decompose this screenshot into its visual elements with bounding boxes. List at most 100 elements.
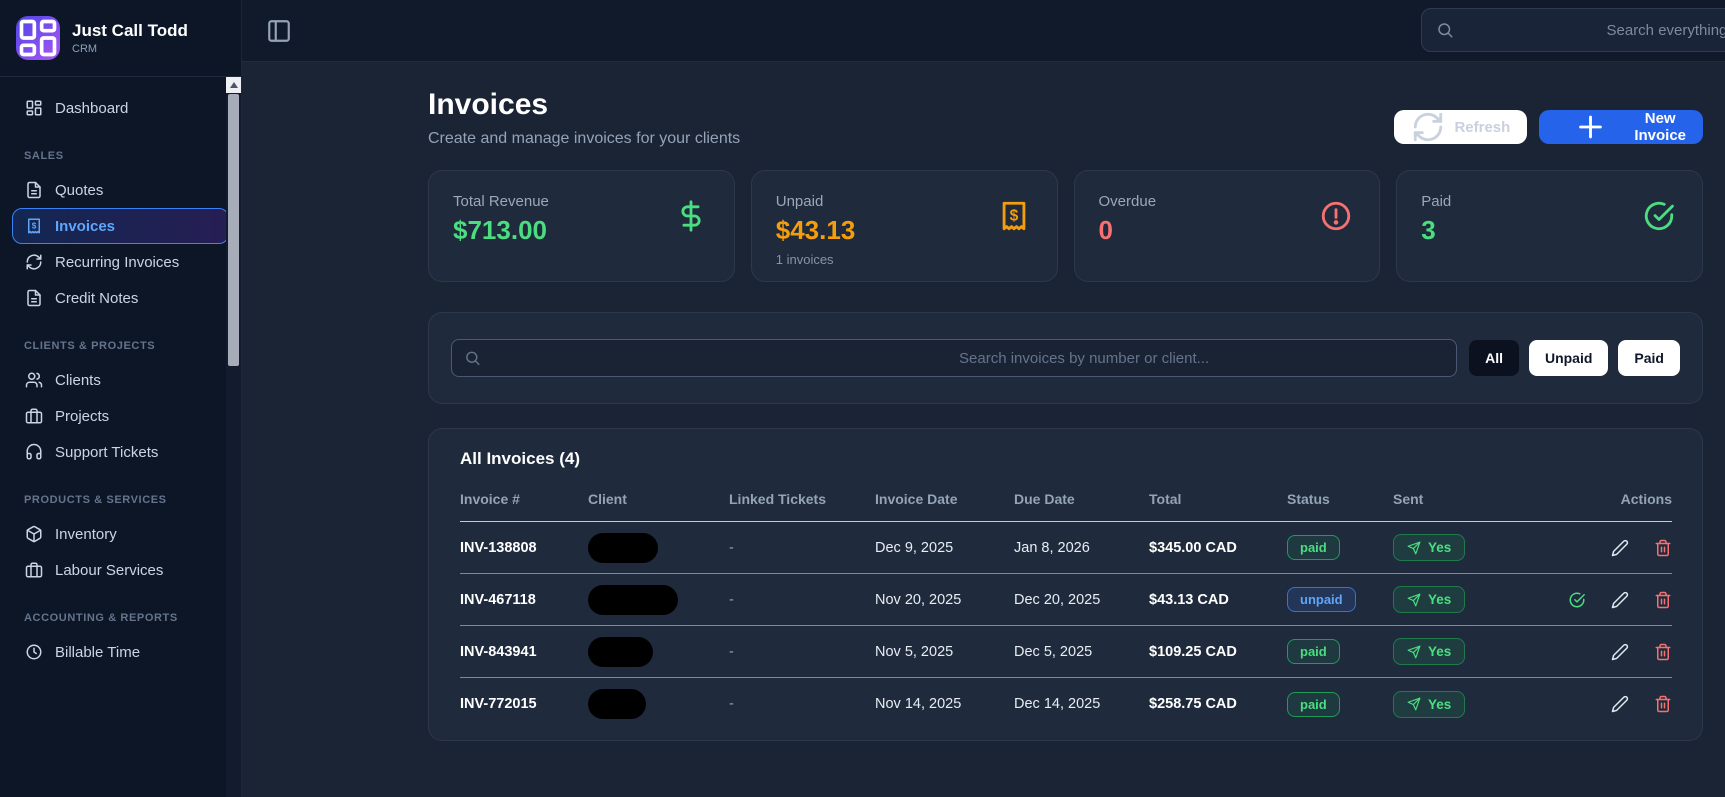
sidebar-item-label: Projects bbox=[55, 407, 110, 425]
svg-text:$: $ bbox=[32, 221, 37, 230]
delete-invoice-button[interactable] bbox=[1654, 695, 1672, 713]
due-date-cell: Jan 8, 2026 bbox=[1014, 539, 1090, 556]
invoice-search-input[interactable] bbox=[959, 349, 1445, 367]
sidebar: Just Call Todd CRM Dashboard SALES Quotes $… bbox=[0, 0, 242, 797]
actions-cell bbox=[1543, 539, 1672, 557]
sidebar-item-credit-notes[interactable]: Credit Notes bbox=[12, 280, 229, 316]
sidebar-item-recurring-invoices[interactable]: Recurring Invoices bbox=[12, 244, 229, 280]
send-icon bbox=[1407, 697, 1421, 711]
actions-cell bbox=[1543, 591, 1672, 609]
filter-buttons: All Unpaid Paid bbox=[1469, 340, 1680, 376]
status-cell: paid bbox=[1287, 639, 1393, 664]
page-subtitle: Create and manage invoices for your clie… bbox=[428, 130, 741, 147]
column-header-client: Client bbox=[588, 491, 627, 507]
stat-label: Overdue bbox=[1098, 193, 1157, 210]
stat-value: 3 bbox=[1421, 215, 1436, 245]
brand-subtitle: CRM bbox=[72, 43, 98, 55]
table-row: INV-843941 - Nov 5, 2025 Dec 5, 2025 $109.25… bbox=[460, 626, 1672, 678]
plus-icon bbox=[1556, 110, 1625, 144]
sidebar-item-invoices[interactable]: $ Invoices bbox=[12, 208, 229, 244]
sidebar-header: Just Call Todd CRM bbox=[0, 0, 241, 77]
sidebar-item-labour-services[interactable]: Labour Services bbox=[12, 552, 229, 588]
redacted-client-name bbox=[588, 689, 646, 719]
sidebar-item-projects[interactable]: Projects bbox=[12, 398, 229, 434]
edit-invoice-button[interactable] bbox=[1611, 643, 1629, 661]
pencil-icon bbox=[1611, 539, 1629, 557]
filter-button-unpaid[interactable]: Unpaid bbox=[1528, 340, 1609, 376]
stat-label: Total Revenue bbox=[453, 193, 549, 210]
scrollbar-thumb[interactable] bbox=[228, 94, 239, 366]
linked-tickets-cell: - bbox=[729, 696, 734, 712]
stat-subtext: 1 invoices bbox=[775, 252, 834, 267]
sidebar-item-dashboard[interactable]: Dashboard bbox=[12, 90, 229, 126]
sidebar-item-label: Clients bbox=[55, 371, 101, 389]
stat-card-unpaid: Unpaid $43.13 1 invoices $ bbox=[750, 170, 1058, 282]
edit-invoice-button[interactable] bbox=[1611, 695, 1629, 713]
new-invoice-button-label: New Invoice bbox=[1634, 110, 1686, 144]
users-icon bbox=[25, 371, 43, 389]
filter-button-paid[interactable]: Paid bbox=[1618, 340, 1680, 376]
new-invoice-button[interactable]: New Invoice bbox=[1539, 110, 1703, 144]
refresh-button[interactable]: Refresh bbox=[1394, 110, 1528, 144]
sent-cell: Yes bbox=[1393, 690, 1543, 718]
stat-card-paid: Paid 3 bbox=[1396, 170, 1703, 282]
refresh-button-label: Refresh bbox=[1454, 118, 1511, 136]
global-search-input[interactable] bbox=[1606, 21, 1725, 39]
check-circle-icon bbox=[1642, 199, 1676, 233]
client-cell bbox=[588, 689, 729, 719]
redacted-client-name bbox=[588, 636, 653, 667]
invoices-table-card: All Invoices (4) Invoice # Client Linked T… bbox=[428, 428, 1703, 741]
delete-invoice-button[interactable] bbox=[1654, 643, 1672, 661]
stat-value: $43.13 bbox=[775, 215, 856, 245]
column-header-status: Status bbox=[1287, 491, 1330, 507]
sidebar-item-clients[interactable]: Clients bbox=[12, 362, 229, 398]
global-search bbox=[1421, 8, 1725, 52]
edit-invoice-button[interactable] bbox=[1611, 539, 1629, 557]
client-cell bbox=[588, 532, 729, 563]
filter-button-all[interactable]: All bbox=[1469, 340, 1519, 376]
total-cell: $258.75 CAD bbox=[1149, 696, 1237, 712]
sidebar-toggle-button[interactable] bbox=[266, 18, 292, 44]
delete-invoice-button[interactable] bbox=[1654, 591, 1672, 609]
invoice-date-cell: Nov 14, 2025 bbox=[875, 696, 962, 712]
filter-bar: AllUnpaidPaid bbox=[428, 312, 1703, 404]
sidebar-item-label: Recurring Invoices bbox=[55, 253, 180, 271]
nav-section-title: PRODUCTS & SERVICES bbox=[24, 494, 167, 506]
column-header-due-date: Due Date bbox=[1014, 491, 1075, 507]
stat-label: Unpaid bbox=[775, 193, 824, 210]
delete-invoice-button[interactable] bbox=[1654, 539, 1672, 557]
column-header-invoice-: Invoice # bbox=[460, 491, 520, 507]
sidebar-item-inventory[interactable]: Inventory bbox=[12, 516, 229, 552]
sidebar-item-quotes[interactable]: Quotes bbox=[12, 172, 229, 208]
sidebar-item-billable-time[interactable]: Billable Time bbox=[12, 634, 229, 670]
linked-tickets-cell: - bbox=[729, 591, 734, 608]
panel-left-icon bbox=[266, 18, 292, 44]
sent-badge: Yes bbox=[1393, 586, 1466, 613]
page-title: Invoices bbox=[428, 88, 549, 121]
status-badge: paid bbox=[1287, 535, 1340, 560]
mark-paid-button[interactable] bbox=[1568, 591, 1586, 609]
sidebar-item-support-tickets[interactable]: Support Tickets bbox=[12, 434, 229, 470]
briefcase-icon bbox=[25, 407, 43, 425]
status-cell: unpaid bbox=[1287, 587, 1393, 612]
column-header-sent: Sent bbox=[1393, 491, 1424, 507]
sent-label: Yes bbox=[1428, 644, 1452, 659]
stat-value: $713.00 bbox=[453, 215, 547, 245]
invoice-number-cell: INV-467118 bbox=[460, 591, 536, 608]
brand-name: Just Call Todd bbox=[72, 21, 188, 40]
nav-section-title: CLIENTS & PROJECTS bbox=[24, 340, 156, 352]
sent-label: Yes bbox=[1428, 696, 1452, 712]
trash-icon bbox=[1654, 695, 1672, 713]
scrollbar-up-button[interactable] bbox=[226, 77, 241, 93]
search-icon bbox=[464, 340, 949, 376]
sidebar-item-label: Support Tickets bbox=[55, 443, 159, 461]
column-header-total: Total bbox=[1149, 491, 1182, 507]
layout-dashboard-icon bbox=[16, 16, 60, 60]
sidebar-scrollbar[interactable] bbox=[226, 77, 241, 797]
actions-cell bbox=[1543, 643, 1672, 661]
file-text-icon bbox=[25, 181, 43, 199]
sent-label: Yes bbox=[1428, 540, 1452, 555]
due-date-cell: Dec 14, 2025 bbox=[1014, 696, 1101, 712]
main-content: Invoices Create and manage invoices for … bbox=[242, 62, 1725, 797]
edit-invoice-button[interactable] bbox=[1611, 591, 1629, 609]
